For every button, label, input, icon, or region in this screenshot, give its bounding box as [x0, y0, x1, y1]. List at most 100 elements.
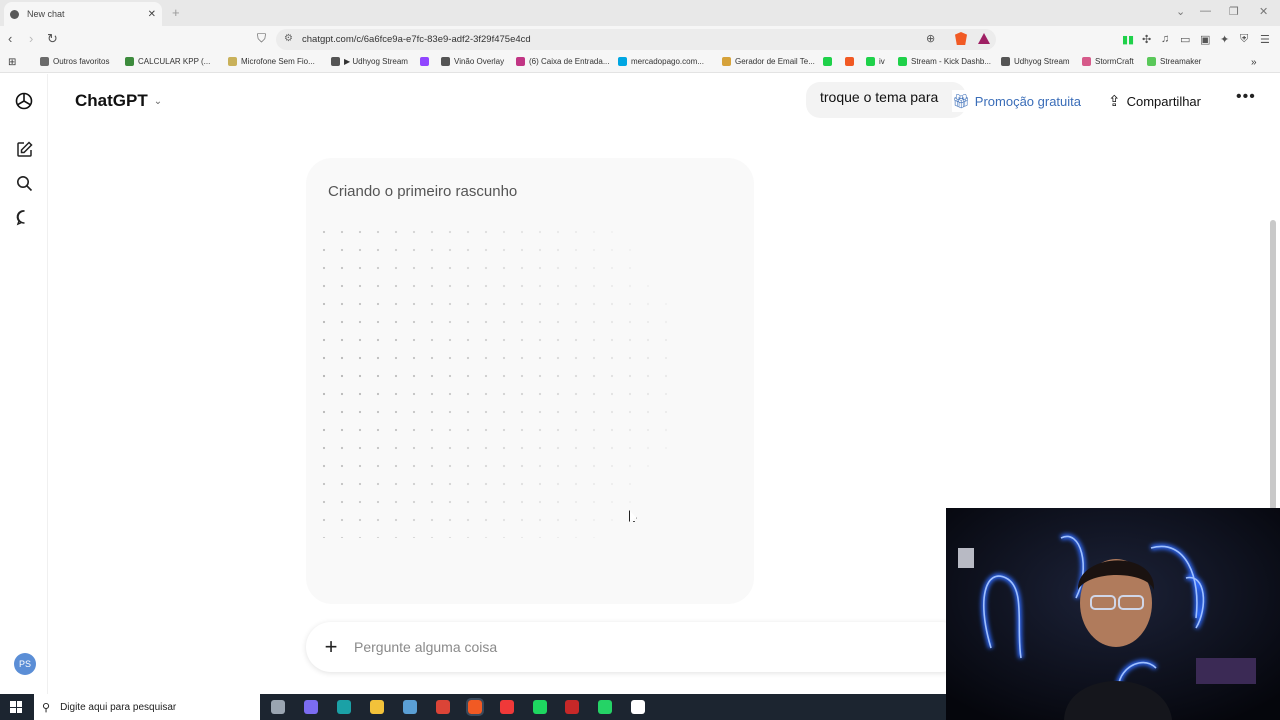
loading-dot [592, 410, 596, 414]
bookmark-twitch[interactable] [420, 57, 433, 66]
user-avatar[interactable]: PS [14, 653, 36, 675]
tab-search-icon[interactable]: ⌄ [1176, 5, 1185, 18]
loading-dot [358, 392, 362, 396]
attach-plus-icon[interactable]: + [320, 634, 342, 660]
bookmark-gerador-email[interactable]: Gerador de Email Te... [722, 57, 815, 66]
promo-button[interactable]: 🎁︎ Promoção gratuita [952, 90, 1082, 112]
restore-icon[interactable]: ❐ [1229, 5, 1239, 18]
bookmark-kick[interactable] [823, 57, 836, 66]
taskbar-edge-icon[interactable] [337, 700, 351, 714]
zoom-icon[interactable]: ⊕ [926, 32, 935, 45]
url-text: chatgpt.com/c/6a6fce9a-e7fc-83e9-adf2-3f… [302, 34, 531, 45]
vpn-icon[interactable]: ⛨ [1240, 33, 1248, 46]
bookmark-udhyog-stream[interactable]: ▶ Udhyog Stream [331, 57, 408, 66]
loading-dot [484, 410, 488, 414]
media-icon[interactable]: ♫ [1161, 33, 1169, 45]
new-tab-button[interactable]: + [172, 5, 180, 20]
taskbar-file-explorer-icon[interactable] [370, 700, 384, 714]
minimize-icon[interactable]: — [1200, 5, 1211, 17]
address-bar[interactable]: ⚙ chatgpt.com/c/6a6fce9a-e7fc-83e9-adf2-… [276, 29, 996, 50]
share-icon: ⇪ [1108, 93, 1121, 110]
loading-dot [610, 356, 614, 360]
loading-dot [376, 302, 380, 306]
share-button[interactable]: ⇪ Compartilhar [1108, 90, 1201, 112]
taskbar-voicemeeter-icon[interactable] [565, 700, 579, 714]
loading-dot [556, 428, 560, 432]
close-window-icon[interactable]: ✕ [1259, 5, 1268, 18]
loading-dot [502, 230, 506, 234]
site-info-icon[interactable]: ⚙ [284, 33, 293, 44]
loading-dot [376, 284, 380, 288]
taskbar-whatsapp-icon[interactable] [598, 700, 612, 714]
loading-dot [430, 230, 434, 234]
loading-dot [628, 320, 632, 324]
loading-dot [376, 536, 380, 538]
apps-grid-icon[interactable]: ⊞ [8, 57, 16, 68]
bookmark-vinao-overlay[interactable]: Vinão Overlay [441, 57, 504, 66]
forward-icon[interactable]: › [29, 31, 33, 46]
loading-dot [484, 320, 488, 324]
reload-icon[interactable]: ↻ [47, 31, 58, 47]
taskbar-brave-icon[interactable] [466, 698, 484, 716]
menu-icon[interactable]: ☰ [1260, 33, 1270, 46]
bookmark-brave[interactable] [845, 57, 858, 66]
bookmark-mercadopago[interactable]: mercadopago.com... [618, 57, 704, 66]
taskbar-app-icon[interactable] [631, 700, 645, 714]
model-selector[interactable]: ChatGPT ⌄ [75, 91, 162, 111]
bookmark-microfone[interactable]: Microfone Sem Fio... [228, 57, 315, 66]
sidebar-icon[interactable]: ▭ [1180, 33, 1190, 46]
taskbar-spotify-icon[interactable] [533, 700, 547, 714]
loading-dot [610, 518, 614, 522]
taskbar-search[interactable]: ⚲ Digite aqui para pesquisar [34, 694, 260, 720]
loading-dot [646, 374, 650, 378]
loading-dot [628, 284, 632, 288]
loading-dot [592, 284, 596, 288]
loading-dot [448, 338, 452, 342]
loading-dot [466, 374, 470, 378]
loading-dot [358, 410, 362, 414]
taskbar-chrome-icon[interactable] [436, 700, 450, 714]
chats-icon[interactable] [12, 205, 36, 229]
loading-dot [412, 500, 416, 504]
loading-dot [322, 446, 326, 450]
leo-ai-icon[interactable]: ✦ [1220, 33, 1229, 46]
wallet-icon[interactable]: ▣ [1200, 33, 1210, 46]
bookmark-udhyog-stream-2[interactable]: Udhyog Stream [1001, 57, 1070, 66]
bookmark-stormcraft[interactable]: StormCraft [1082, 57, 1134, 66]
bookmark-instagram-inbox[interactable]: (6) Caixa de Entrada... [516, 57, 609, 66]
brave-shields-icon[interactable] [955, 32, 967, 45]
loading-dot [394, 284, 398, 288]
taskbar-task-view-icon[interactable] [271, 700, 285, 714]
taskbar-vivaldi-icon[interactable] [500, 700, 514, 714]
browser-tab[interactable]: New chat ✕ [4, 2, 162, 26]
tab-close-icon[interactable]: ✕ [148, 9, 156, 20]
bookmark-streamaker[interactable]: Streamaker [1147, 57, 1201, 66]
loading-dot [340, 230, 344, 234]
bookmark-calcular-kpp[interactable]: CALCULAR KPP (... [125, 57, 210, 66]
loading-dot [646, 428, 650, 432]
loading-dot [592, 428, 596, 432]
back-icon[interactable]: ‹ [8, 31, 12, 46]
loading-dot [340, 302, 344, 306]
bookmark-label: Vinão Overlay [454, 57, 505, 66]
extensions-puzzle-icon[interactable]: ✣ [1142, 33, 1151, 46]
loading-dot [394, 392, 398, 396]
bookmark-kick-iv[interactable]: iv [866, 57, 885, 66]
taskbar-copilot-icon[interactable] [304, 700, 318, 714]
bookmark-folder[interactable]: Outros favoritos [40, 57, 109, 66]
bookmark-page-icon[interactable]: ⛉ [257, 31, 266, 46]
windows-start-icon[interactable] [10, 701, 22, 713]
taskbar-app-icon[interactable] [403, 700, 417, 714]
new-chat-icon[interactable] [12, 137, 36, 161]
extension-icon[interactable]: ▮▮ [1122, 33, 1134, 46]
loading-dot [664, 320, 668, 324]
more-bookmarks-icon[interactable]: » [1251, 57, 1257, 68]
search-icon[interactable] [12, 171, 36, 195]
page-scrollbar[interactable] [1270, 220, 1276, 510]
prompt-input[interactable] [354, 639, 914, 655]
loading-dot [556, 284, 560, 288]
openai-logo-icon[interactable] [12, 89, 36, 113]
bookmark-kick-dashboard[interactable]: Stream - Kick Dashb... [898, 57, 991, 66]
more-options-icon[interactable]: ••• [1236, 88, 1256, 106]
loading-dot [664, 446, 668, 450]
